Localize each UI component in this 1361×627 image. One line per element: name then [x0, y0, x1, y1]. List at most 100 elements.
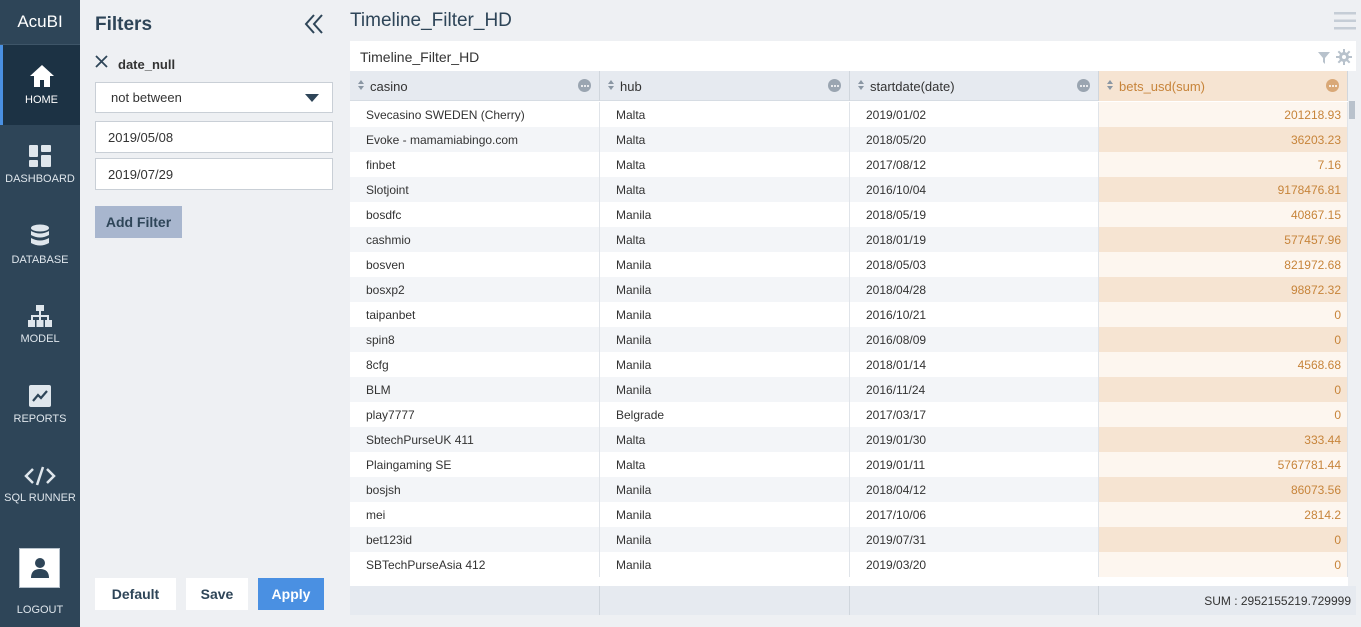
collapse-panel-button[interactable] [304, 13, 324, 40]
table-row[interactable]: bosven Manila 2018/05/03 821972.68 [350, 252, 1348, 277]
chevron-down-icon [305, 94, 319, 102]
column-header-startdate[interactable]: startdate(date) [850, 71, 1099, 101]
filter-to-input[interactable] [95, 158, 333, 190]
cell-bets-usd: 98872.32 [1099, 277, 1348, 302]
table-row[interactable]: finbet Malta 2017/08/12 7.16 [350, 152, 1348, 177]
filter-operator-select[interactable]: not between [95, 82, 333, 113]
remove-filter-button[interactable] [95, 55, 108, 73]
table-row[interactable]: bosjsh Manila 2018/04/12 86073.56 [350, 477, 1348, 502]
apply-button[interactable]: Apply [258, 578, 324, 610]
footer-cell [600, 586, 850, 615]
logout-link[interactable]: LOGOUT [0, 604, 80, 616]
cell-bets-usd: 333.44 [1099, 427, 1348, 452]
add-filter-button[interactable]: Add Filter [95, 206, 182, 238]
nav-item-home[interactable]: HOME [0, 45, 80, 125]
table-scrollbar[interactable] [1348, 71, 1356, 586]
sort-icon[interactable] [1107, 80, 1113, 92]
cell-hub: Malta [600, 227, 850, 252]
hamburger-icon [1334, 12, 1356, 30]
cell-hub: Manila [600, 327, 850, 352]
column-menu-icon[interactable] [578, 79, 591, 92]
table-row[interactable]: bet123id Manila 2019/07/31 0 [350, 527, 1348, 552]
footer-cell [350, 586, 600, 615]
funnel-icon [1318, 51, 1330, 64]
sort-icon[interactable] [358, 80, 364, 92]
table-row[interactable]: mei Manila 2017/10/06 2814.2 [350, 502, 1348, 527]
column-menu-icon[interactable] [1326, 79, 1339, 92]
table-row[interactable]: Plaingaming SE Malta 2019/01/11 5767781.44 [350, 452, 1348, 477]
column-header-bets-usd[interactable]: bets_usd(sum) [1099, 71, 1348, 101]
nav-item-reports[interactable]: REPORTS [0, 365, 80, 445]
settings-button[interactable] [1336, 49, 1352, 70]
gear-icon [1336, 49, 1352, 65]
reports-icon [29, 385, 51, 407]
cell-hub: Belgrade [600, 402, 850, 427]
cell-hub: Malta [600, 152, 850, 177]
menu-button[interactable] [1334, 11, 1356, 36]
table-row[interactable]: bosdfc Manila 2018/05/19 40867.15 [350, 202, 1348, 227]
cell-casino: taipanbet [350, 302, 600, 327]
card-title: Timeline_Filter_HD [360, 49, 480, 65]
scrollbar-thumb[interactable] [1349, 101, 1355, 119]
sort-icon[interactable] [608, 80, 614, 92]
user-avatar-button[interactable] [19, 548, 60, 588]
cell-hub: Manila [600, 502, 850, 527]
table-row[interactable]: Evoke - mamamiabingo.com Malta 2018/05/20 3… [350, 127, 1348, 152]
sort-icon[interactable] [858, 80, 864, 92]
table-row[interactable]: BLM Manila 2016/11/24 0 [350, 377, 1348, 402]
column-label: casino [370, 78, 408, 94]
column-menu-icon[interactable] [828, 79, 841, 92]
report-card: Timeline_Filter_HD casino hub startdate(… [350, 41, 1356, 615]
default-button[interactable]: Default [95, 578, 176, 610]
cell-casino: bosdfc [350, 202, 600, 227]
table-row[interactable]: Slotjoint Malta 2016/10/04 9178476.81 [350, 177, 1348, 202]
filter-operator-value: not between [111, 90, 182, 105]
cell-casino: Svecasino SWEDEN (Cherry) [350, 102, 600, 127]
cell-casino: bet123id [350, 527, 600, 552]
cell-hub: Manila [600, 202, 850, 227]
column-menu-icon[interactable] [1077, 79, 1090, 92]
cell-startdate: 2019/01/02 [850, 102, 1099, 127]
cell-startdate: 2017/10/06 [850, 502, 1099, 527]
brand-logo: AcuBI [0, 0, 80, 45]
user-icon [30, 558, 49, 578]
cell-hub: Malta [600, 177, 850, 202]
table-row[interactable]: 8cfg Manila 2018/01/14 4568.68 [350, 352, 1348, 377]
home-icon [29, 65, 54, 87]
filter-header: date_null [95, 55, 175, 73]
cell-hub: Manila [600, 552, 850, 577]
cell-bets-usd: 821972.68 [1099, 252, 1348, 277]
table-row[interactable]: taipanbet Manila 2016/10/21 0 [350, 302, 1348, 327]
nav-item-model[interactable]: MODEL [0, 285, 80, 365]
nav-label-home: HOME [25, 94, 58, 106]
card-tools [1318, 49, 1352, 70]
table-header: casino hub startdate(date) bets_usd(sum) [350, 71, 1350, 101]
cell-casino: mei [350, 502, 600, 527]
table-row[interactable]: SbtechPurseUK 411 Malta 2019/01/30 333.44 [350, 427, 1348, 452]
cell-casino: 8cfg [350, 352, 600, 377]
nav-item-sql-runner[interactable]: SQL RUNNER [0, 445, 80, 525]
table-row[interactable]: bosxp2 Manila 2018/04/28 98872.32 [350, 277, 1348, 302]
nav-item-database[interactable]: DATABASE [0, 205, 80, 285]
cell-bets-usd: 7.16 [1099, 152, 1348, 177]
table-row[interactable]: cashmio Malta 2018/01/19 577457.96 [350, 227, 1348, 252]
filter-toggle-button[interactable] [1318, 51, 1330, 69]
double-chevron-left-icon [304, 14, 323, 34]
save-button[interactable]: Save [186, 578, 248, 610]
column-header-casino[interactable]: casino [350, 71, 600, 101]
close-icon [95, 55, 108, 68]
cell-hub: Manila [600, 352, 850, 377]
nav-label-database: DATABASE [11, 254, 69, 266]
cell-bets-usd: 0 [1099, 552, 1348, 577]
table-row[interactable]: spin8 Manila 2016/08/09 0 [350, 327, 1348, 352]
nav-item-dashboard[interactable]: DASHBOARD [0, 125, 80, 205]
cell-casino: Slotjoint [350, 177, 600, 202]
cell-bets-usd: 2814.2 [1099, 502, 1348, 527]
table-row[interactable]: SBTechPurseAsia 412 Manila 2019/03/20 0 [350, 552, 1348, 577]
table-row[interactable]: Svecasino SWEDEN (Cherry) Malta 2019/01/02… [350, 102, 1348, 127]
column-header-hub[interactable]: hub [600, 71, 850, 101]
filter-from-input[interactable] [95, 121, 333, 153]
cell-hub: Malta [600, 102, 850, 127]
cell-startdate: 2018/01/19 [850, 227, 1099, 252]
table-row[interactable]: play7777 Belgrade 2017/03/17 0 [350, 402, 1348, 427]
